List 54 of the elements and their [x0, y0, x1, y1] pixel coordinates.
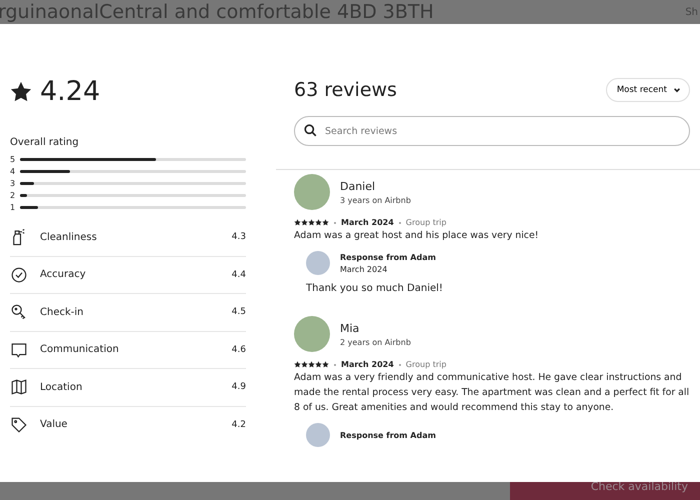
category-label: Value	[40, 419, 68, 430]
map-icon	[10, 378, 28, 396]
host-response-title: Response from Adam	[340, 252, 436, 262]
category-label: Communication	[40, 344, 120, 356]
star-count-label: 3	[10, 178, 14, 188]
key-icon	[10, 303, 28, 322]
separator-dot	[398, 222, 401, 224]
category-score: 4.3	[232, 232, 246, 242]
caret-icon	[673, 86, 681, 94]
category-score: 4.9	[232, 382, 246, 392]
separator-dot	[334, 364, 336, 366]
review-date: March 2024	[341, 218, 394, 227]
category-score: 4.2	[232, 420, 246, 430]
star-count-label: 4	[10, 166, 14, 176]
separator-dot	[398, 364, 401, 366]
check-icon	[10, 266, 28, 284]
category-score: 4.4	[232, 270, 246, 280]
avatar-placeholder	[294, 316, 330, 352]
reviewer-tenure: 2 years on Airbnb	[340, 338, 411, 346]
category-label: Check-in	[40, 306, 84, 318]
response-date: March 2024	[340, 264, 388, 274]
star-count-label: 5	[10, 154, 14, 164]
tag-icon	[10, 416, 28, 434]
overall-rating-label: Overall rating	[10, 137, 80, 148]
sort-dropdown[interactable]: Most recent	[606, 78, 690, 102]
star-count-label: 2	[10, 190, 14, 200]
category-score: 4.5	[232, 307, 246, 318]
trip-type: Group trip	[406, 218, 446, 227]
star-icon	[10, 80, 32, 102]
overall-score: 4.24	[40, 76, 100, 107]
reviewer-tenure: 3 years on Airbnb	[340, 196, 411, 204]
category-label: Location	[40, 382, 84, 393]
review-date: March 2024	[341, 360, 394, 369]
avatar-placeholder	[306, 423, 330, 447]
check-availability-button[interactable]: Check availability	[510, 482, 700, 500]
reviewer-name: Daniel	[340, 180, 376, 192]
response-text: Thank you so much Daniel!	[306, 283, 444, 294]
separator-dot	[334, 222, 336, 224]
reviewer-name: Mia	[340, 322, 360, 334]
avatar-placeholder	[294, 174, 330, 210]
category-label: Cleanliness	[40, 232, 98, 243]
search-field[interactable]: Search reviews	[294, 116, 690, 146]
search-icon	[304, 124, 317, 137]
background-listing-title: rguinaonalCentral and comfortable 4BD 3BTH	[0, 0, 434, 24]
host-response-title: Response from Adam	[340, 430, 436, 440]
star-count-label: 1	[10, 202, 14, 212]
review-text: Adam was a very friendly and communicative host. He gave clear instructions and made the rental process very easy. The apartment was clean and a perfect fit for all 8 of us. Great amenities and would recommend this stay to anyone.	[294, 371, 690, 415]
reviews-title: 63 reviews	[294, 79, 397, 101]
chat-icon	[10, 340, 28, 359]
category-score: 4.6	[232, 344, 246, 355]
review-text: Adam was a great host and his place was very nice!	[294, 229, 540, 243]
avatar-placeholder	[306, 251, 330, 275]
trip-type: Group trip	[406, 360, 446, 369]
category-label: Accuracy	[40, 269, 87, 280]
